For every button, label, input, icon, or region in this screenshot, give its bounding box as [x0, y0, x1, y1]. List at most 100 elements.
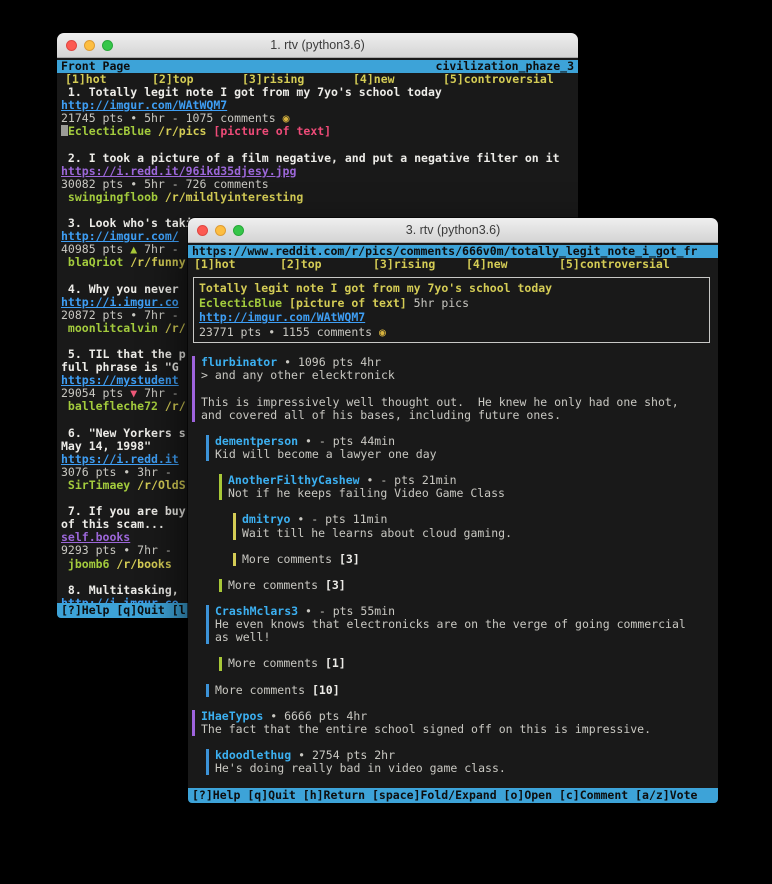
- close-icon[interactable]: [66, 40, 77, 51]
- tab-hot[interactable]: [1]hot: [194, 258, 236, 271]
- tab-hot[interactable]: [1]hot: [65, 73, 107, 86]
- comment-meta: • - pts 11min: [290, 513, 387, 526]
- post-author: jbomb6: [61, 558, 109, 571]
- post-author: SirTimaey: [61, 479, 130, 492]
- more-comments-count: [3]: [325, 579, 346, 592]
- post-link[interactable]: https://i.redd.it/96ikd35djesy.jpg: [57, 165, 578, 178]
- tab-top[interactable]: [2]top: [152, 73, 194, 86]
- post-meta: 21745 pts • 5hr - 1075 comments ◉: [57, 112, 578, 125]
- more-comments[interactable]: More comments [3]: [219, 579, 718, 592]
- comment-body-line: and covered all of his bases, including …: [201, 409, 718, 422]
- post-byline: EclecticBlue /r/pics [picture of text]: [57, 125, 578, 138]
- post-title[interactable]: 1. Totally legit note I got from my 7yo'…: [57, 86, 578, 99]
- terminal-content: https://www.reddit.com/r/pics/comments/6…: [188, 243, 718, 803]
- more-comments[interactable]: More comments [1]: [219, 657, 718, 670]
- zoom-icon[interactable]: [233, 225, 244, 236]
- comment-meta: • 1096 pts 4hr: [277, 356, 381, 369]
- more-comments-count: [1]: [325, 657, 346, 670]
- post-author: blaQriot: [61, 256, 123, 269]
- comment[interactable]: kdoodlethug • 2754 pts 2hr He's doing re…: [206, 749, 718, 775]
- comment[interactable]: dementperson • - pts 44min Kid will beco…: [206, 435, 718, 461]
- submission-meta: 5hr pics: [407, 296, 469, 310]
- comment[interactable]: flurbinator • 1096 pts 4hr > and any oth…: [192, 356, 718, 421]
- zoom-icon[interactable]: [102, 40, 113, 51]
- submission-flair-tag: [picture of text]: [282, 296, 407, 310]
- tab-rising[interactable]: [3]rising: [373, 258, 435, 271]
- tab-new[interactable]: [4]new: [353, 73, 395, 86]
- status-bar: [?]Help [q]Quit [h]Return [space]Fold/Ex…: [188, 788, 718, 803]
- submission-header-box[interactable]: Totally legit note I got from my 7yo's s…: [193, 277, 710, 343]
- post-author: EclecticBlue: [68, 125, 151, 138]
- window-title: 3. rtv (python3.6): [406, 223, 501, 237]
- comment-author[interactable]: flurbinator: [201, 356, 277, 369]
- comment-body-line: Wait till he learns about cloud gaming.: [242, 527, 718, 540]
- comment-body-line: as well!: [215, 631, 718, 644]
- submission-title: Totally legit note I got from my 7yo's s…: [199, 281, 704, 296]
- comment-author[interactable]: kdoodlethug: [215, 749, 291, 762]
- submission-author: EclecticBlue: [199, 296, 282, 310]
- submission-byline: EclecticBlue [picture of text] 5hr pics: [199, 296, 704, 311]
- post-subreddit: /r/: [158, 322, 186, 335]
- sort-tabs: [1]hot [2]top [3]rising [4]new [5]contro…: [57, 73, 578, 86]
- comment-body-line: He's doing really bad in video game clas…: [215, 762, 718, 775]
- comment-meta: • - pts 21min: [360, 474, 457, 487]
- tab-controversial[interactable]: [5]controversial: [559, 258, 670, 271]
- window-title: 1. rtv (python3.6): [270, 38, 365, 52]
- comment-author[interactable]: CrashMclars3: [215, 605, 298, 618]
- comment-body-line: He even knows that electronicks are on t…: [215, 618, 718, 631]
- comment-author[interactable]: dementperson: [215, 435, 298, 448]
- url-bar: https://www.reddit.com/r/pics/comments/6…: [188, 245, 718, 258]
- comment-author[interactable]: AnotherFilthyCashew: [228, 474, 360, 487]
- submission-stats: 23771 pts • 1155 comments ◉: [199, 325, 704, 340]
- tab-top[interactable]: [2]top: [280, 258, 322, 271]
- comment-body-line: This is impressively well thought out. H…: [201, 396, 718, 409]
- tab-new[interactable]: [4]new: [466, 258, 508, 271]
- minimize-icon[interactable]: [215, 225, 226, 236]
- comment-body-line: [201, 382, 718, 395]
- window-titlebar[interactable]: 1. rtv (python3.6): [57, 33, 578, 58]
- close-icon[interactable]: [197, 225, 208, 236]
- post-subreddit: /r/mildlyinteresting: [158, 191, 303, 204]
- comment[interactable]: dmitryo • - pts 11min Wait till he learn…: [233, 513, 718, 539]
- post-link[interactable]: http://imgur.com/WAtWQM7: [57, 99, 578, 112]
- comment[interactable]: IHaeTypos • 6666 pts 4hr The fact that t…: [192, 710, 718, 736]
- comment-author[interactable]: IHaeTypos: [201, 710, 263, 723]
- post-subreddit: /r/funny: [123, 256, 185, 269]
- comment[interactable]: CrashMclars3 • - pts 55min He even knows…: [206, 605, 718, 644]
- minimize-icon[interactable]: [84, 40, 95, 51]
- post-subreddit: /r/OldS: [130, 479, 185, 492]
- comment-body-line: The fact that the entire school signed o…: [201, 723, 718, 736]
- tab-rising[interactable]: [3]rising: [242, 73, 304, 86]
- comment[interactable]: AnotherFilthyCashew • - pts 21min Not if…: [219, 474, 718, 500]
- comment-meta: • - pts 55min: [298, 605, 395, 618]
- submission-url: https://www.reddit.com/r/pics/comments/6…: [192, 245, 697, 258]
- comment-meta: • - pts 44min: [298, 435, 395, 448]
- logged-in-user: civilization_phaze_3: [436, 60, 574, 73]
- more-comments[interactable]: More comments [3]: [233, 553, 718, 566]
- more-comments-count: [3]: [339, 553, 360, 566]
- gilded-icon: ◉: [379, 325, 386, 339]
- comment-meta: • 2754 pts 2hr: [291, 749, 395, 762]
- post-subreddit: /r/books: [109, 558, 171, 571]
- post-subreddit: /r/pics: [151, 125, 206, 138]
- comment-body-line: Not if he keeps failing Video Game Class: [228, 487, 718, 500]
- post-meta: 30082 pts • 5hr - 726 comments: [57, 178, 578, 191]
- traffic-lights: [197, 225, 244, 236]
- post-title[interactable]: 2. I took a picture of a film negative, …: [57, 152, 578, 165]
- comment-meta: • 6666 pts 4hr: [263, 710, 367, 723]
- post-author: swingingfloob: [61, 191, 158, 204]
- comment-author[interactable]: dmitryo: [242, 513, 290, 526]
- comment-body-line: > and any other elecktronick: [201, 369, 718, 382]
- comment-body-line: Kid will become a lawyer one day: [215, 448, 718, 461]
- comment-list: flurbinator • 1096 pts 4hr > and any oth…: [188, 356, 718, 775]
- more-comments-count: [10]: [312, 684, 340, 697]
- tab-controversial[interactable]: [5]controversial: [443, 73, 554, 86]
- window-titlebar[interactable]: 3. rtv (python3.6): [188, 218, 718, 243]
- more-comments[interactable]: More comments [10]: [206, 684, 718, 697]
- post-byline: swingingfloob /r/mildlyinteresting: [57, 191, 578, 204]
- post-author: ballefleche72: [61, 400, 158, 413]
- post-subreddit: /r/: [158, 400, 186, 413]
- page-title: Front Page: [61, 60, 130, 73]
- header-bar: Front Page civilization_phaze_3: [57, 60, 578, 73]
- submission-link[interactable]: http://imgur.com/WAtWQM7: [199, 310, 704, 325]
